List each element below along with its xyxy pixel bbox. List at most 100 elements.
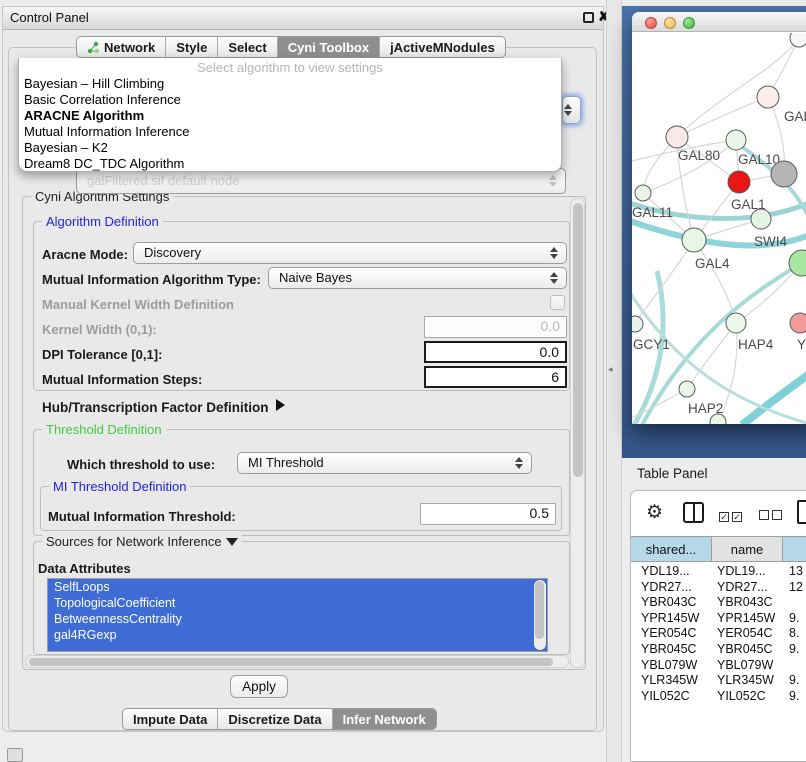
network-edge[interactable] bbox=[742, 369, 806, 424]
algorithm-option-basic-correlation-inference[interactable]: Basic Correlation Inference bbox=[19, 92, 561, 108]
attribute-item-topologicalcoefficient[interactable]: TopologicalCoefficient bbox=[48, 595, 547, 611]
divider-grip-icon[interactable]: ◂ bbox=[608, 364, 613, 375]
table-cell: YER054C bbox=[641, 626, 697, 640]
column-header-partial[interactable] bbox=[783, 537, 806, 561]
zoom-traffic-light-icon[interactable] bbox=[683, 17, 695, 29]
settings-horizontal-scrollbar-thumb[interactable] bbox=[29, 658, 553, 666]
node-gal1[interactable] bbox=[728, 171, 750, 193]
node-gal4[interactable] bbox=[682, 228, 706, 252]
table-row[interactable]: YLR345WYLR345W9. bbox=[631, 672, 806, 688]
algorithm-option-mutual-information-inference[interactable]: Mutual Information Inference bbox=[19, 124, 561, 140]
tab-jactivemnodules[interactable]: jActiveMNodules bbox=[379, 37, 505, 57]
table-row[interactable]: YBR045CYBR045C9. bbox=[631, 641, 806, 657]
algorithm-option-bayesian-hill-climbing[interactable]: Bayesian – Hill Climbing bbox=[19, 76, 561, 92]
node-hap2[interactable] bbox=[679, 381, 695, 397]
which-threshold-label: Which threshold to use: bbox=[67, 457, 215, 472]
control-panel-titlebar[interactable] bbox=[2, 6, 604, 30]
table-body: YDL19...YDL19...13YDR27...YDR27...12YBR0… bbox=[631, 563, 806, 703]
attribute-item-selfloops[interactable]: SelfLoops bbox=[48, 579, 547, 595]
algorithm-option-bayesian-k2[interactable]: Bayesian – K2 bbox=[19, 140, 561, 156]
attribute-item-gal4rgexp[interactable]: gal4RGexp bbox=[48, 627, 547, 643]
network-canvas[interactable]: GALGAL80GAL10GAL1GAL11SWI4GAL4GCY1HAP4YH… bbox=[632, 33, 806, 424]
node-gal80[interactable] bbox=[666, 126, 688, 148]
tab-cyni-toolbox[interactable]: Cyni Toolbox bbox=[277, 37, 379, 57]
table-row[interactable]: YER054CYER054C8. bbox=[631, 625, 806, 641]
data-attributes-list[interactable]: SelfLoopsTopologicalCoefficientBetweenne… bbox=[47, 578, 548, 652]
tab-network[interactable]: Network bbox=[77, 37, 165, 57]
mi-steps-field[interactable]: 6 bbox=[424, 366, 567, 388]
table-row[interactable]: YDL19...YDL19...13 bbox=[631, 563, 806, 579]
mi-type-value: Naive Bayes bbox=[279, 270, 352, 285]
column-header-shared-name[interactable]: shared... bbox=[631, 537, 712, 561]
settings-horizontal-scrollbar[interactable] bbox=[25, 655, 569, 668]
table-row[interactable]: YPR145WYPR145W9. bbox=[631, 610, 806, 626]
mi-threshold-group-title: MI Threshold Definition bbox=[49, 479, 190, 494]
node-gcy1-label: GCY1 bbox=[633, 337, 670, 352]
node-gray[interactable] bbox=[771, 161, 797, 187]
node-big-green[interactable] bbox=[789, 250, 806, 276]
settings-vertical-scrollbar[interactable] bbox=[570, 198, 585, 668]
aracne-mode-combo[interactable]: Discovery bbox=[133, 242, 567, 264]
combo-spinner-icon bbox=[564, 104, 573, 116]
table-row[interactable]: YIL052CYIL052C9. bbox=[631, 688, 806, 703]
node-gcy1[interactable] bbox=[632, 316, 643, 332]
network-edge[interactable] bbox=[677, 97, 768, 137]
node-gal10[interactable] bbox=[726, 130, 746, 150]
inference-algorithm-combo-button[interactable] bbox=[562, 96, 581, 124]
tab-impute-data[interactable]: Impute Data bbox=[123, 709, 217, 729]
table-row[interactable]: YBR043CYBR043C bbox=[631, 594, 806, 610]
tab-infer-network[interactable]: Infer Network bbox=[332, 709, 436, 729]
network-edge[interactable] bbox=[694, 240, 736, 323]
table-cell: 12 bbox=[789, 580, 803, 594]
table-cell: YLR345W bbox=[641, 673, 698, 687]
hub-section-label[interactable]: Hub/Transcription Factor Definition bbox=[42, 400, 269, 415]
table-cell: YDR27... bbox=[641, 580, 692, 594]
algorithm-option-dream8-dc-tdc-algorithm[interactable]: Dream8 DC_TDC Algorithm bbox=[19, 156, 561, 172]
data-attributes-label: Data Attributes bbox=[38, 561, 131, 576]
tab-select[interactable]: Select bbox=[217, 37, 276, 57]
float-window-icon[interactable] bbox=[583, 12, 594, 23]
tab-label: Impute Data bbox=[133, 712, 207, 727]
minimize-traffic-light-icon[interactable] bbox=[664, 17, 676, 29]
sources-group-title[interactable]: Sources for Network Inference bbox=[42, 534, 242, 549]
node-hap4[interactable] bbox=[726, 313, 746, 333]
tab-discretize-data[interactable]: Discretize Data bbox=[217, 709, 331, 729]
mi-threshold-field[interactable]: 0.5 bbox=[420, 503, 556, 525]
collapse-arrow-icon bbox=[226, 538, 238, 546]
table-cell: 9. bbox=[789, 673, 799, 687]
mi-type-label: Mutual Information Algorithm Type: bbox=[42, 272, 261, 287]
dpi-tolerance-field[interactable]: 0.0 bbox=[424, 341, 567, 363]
list-scrollbar[interactable] bbox=[534, 580, 546, 650]
algorithm-option-aracne-algorithm[interactable]: ARACNE Algorithm bbox=[19, 108, 561, 124]
mi-type-combo[interactable]: Naive Bayes bbox=[268, 267, 567, 289]
network-window-titlebar[interactable] bbox=[632, 12, 806, 32]
which-threshold-combo[interactable]: MI Threshold bbox=[237, 452, 532, 474]
network-window[interactable]: GALGAL80GAL10GAL1GAL11SWI4GAL4GCY1HAP4YH… bbox=[632, 12, 806, 424]
deselect-all-checkboxes-icon[interactable] bbox=[759, 507, 785, 525]
kernel-width-field[interactable]: 0.0 bbox=[424, 316, 567, 338]
close-traffic-light-icon[interactable] bbox=[645, 17, 657, 29]
columns-icon[interactable] bbox=[683, 502, 704, 523]
panel-divider[interactable] bbox=[606, 0, 622, 762]
attribute-item-partial[interactable] bbox=[48, 643, 547, 652]
node-gal11[interactable] bbox=[635, 185, 651, 201]
column-header-name[interactable]: name bbox=[712, 537, 783, 561]
settings-vertical-scrollbar-thumb[interactable] bbox=[573, 203, 583, 477]
manual-kernel-checkbox[interactable] bbox=[550, 295, 565, 310]
table-row[interactable]: YBL079WYBL079W bbox=[631, 657, 806, 673]
node-gal10-label: GAL10 bbox=[738, 152, 780, 167]
select-all-checkboxes-icon[interactable]: ✓✓ bbox=[719, 507, 745, 525]
node-salmon[interactable] bbox=[790, 313, 806, 333]
apply-button[interactable]: Apply bbox=[230, 675, 288, 698]
attribute-item-betweennesscentrality[interactable]: BetweennessCentrality bbox=[48, 611, 547, 627]
list-scrollbar-thumb[interactable] bbox=[535, 581, 544, 639]
node-gal-partial[interactable] bbox=[757, 86, 779, 108]
tab-style[interactable]: Style bbox=[165, 37, 217, 57]
table-row[interactable]: YDR27...YDR27...12 bbox=[631, 579, 806, 595]
node-swi4[interactable] bbox=[751, 209, 771, 229]
document-icon[interactable] bbox=[797, 500, 806, 524]
network-edge[interactable] bbox=[677, 38, 799, 137]
collapsed-panel-button[interactable] bbox=[7, 748, 23, 762]
expand-arrow-icon[interactable] bbox=[276, 399, 285, 411]
gear-icon[interactable]: ⚙ bbox=[646, 501, 663, 524]
